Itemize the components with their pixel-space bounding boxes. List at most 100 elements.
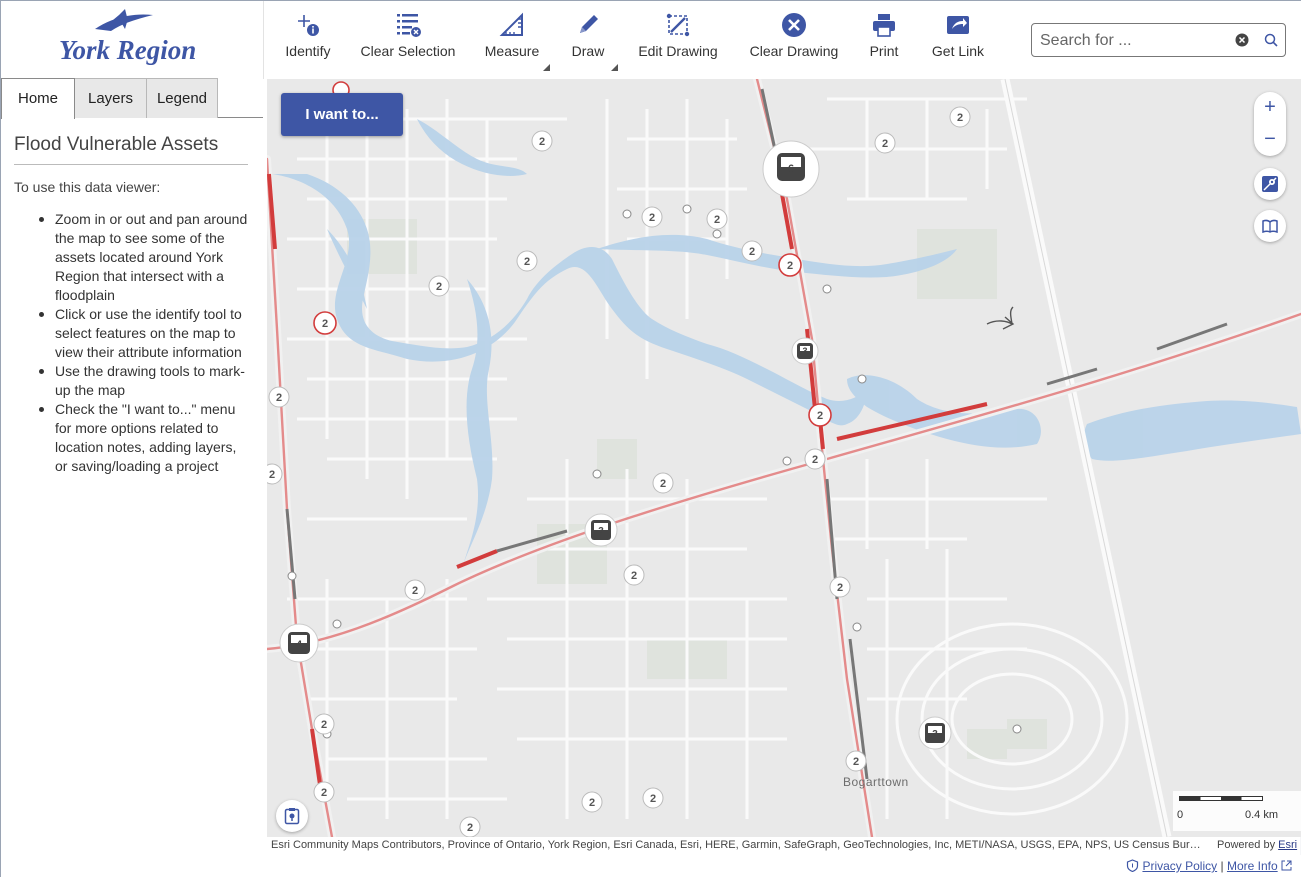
my-location-button[interactable] <box>1254 168 1286 200</box>
svg-text:2: 2 <box>539 136 545 148</box>
bus-route-label: 3 <box>802 346 808 356</box>
print-label: Print <box>869 43 899 59</box>
list-item: Zoom in or out and pan around the map to… <box>37 210 249 305</box>
bus-route-label: 6 <box>787 163 795 175</box>
measure-label: Measure <box>484 43 540 59</box>
svg-text:2: 2 <box>467 822 473 834</box>
bus-route-label: 4 <box>295 639 303 651</box>
bus-route-label: 3 <box>598 526 604 537</box>
clear-search-icon[interactable] <box>1235 33 1249 47</box>
clear-drawing-label: Clear Drawing <box>749 43 839 59</box>
print-button[interactable]: Print <box>866 11 902 67</box>
privacy-policy-link[interactable]: Privacy Policy <box>1142 859 1217 873</box>
external-link-icon[interactable] <box>1281 860 1292 871</box>
open-book-icon <box>1262 219 1278 234</box>
footer-links: Privacy Policy | More Info <box>1126 859 1292 873</box>
svg-text:2: 2 <box>650 793 656 805</box>
logo-graphic: York Region <box>59 9 196 65</box>
svg-text:York Region: York Region <box>59 35 196 65</box>
svg-text:2: 2 <box>321 787 327 799</box>
toolbar: Identify Clear Selection Measure Draw Ed… <box>263 1 1301 79</box>
svg-text:2: 2 <box>631 570 637 582</box>
bus-route-label: 3 <box>932 729 938 740</box>
powered-by: Powered by Esri <box>1217 839 1297 851</box>
basemap: 2 2 2 2 2 2 2 2 2 2 2 2 2 2 2 2 2 2 2 2 2 2 2 2 <box>267 79 1301 837</box>
svg-text:2: 2 <box>817 410 823 422</box>
map-attribution: Esri Community Maps Contributors, Provin… <box>267 837 1301 855</box>
i-want-to-button[interactable]: I want to... <box>281 93 403 136</box>
draw-dropdown-caret-icon[interactable] <box>611 64 618 71</box>
svg-text:2: 2 <box>787 260 793 272</box>
tab-layers[interactable]: Layers <box>74 78 147 118</box>
zoom-in-button[interactable]: + <box>1254 92 1286 124</box>
york-region-logo[interactable]: York Region <box>1 1 263 79</box>
clipboard-pin-icon <box>284 808 300 825</box>
tab-legend[interactable]: Legend <box>146 78 218 118</box>
svg-text:2: 2 <box>524 256 530 268</box>
svg-text:2: 2 <box>269 469 275 481</box>
footer-separator: | <box>1220 859 1224 873</box>
svg-text:2: 2 <box>589 797 595 809</box>
svg-text:2: 2 <box>322 318 328 330</box>
list-item: Use the drawing tools to mark-up the map <box>37 362 249 400</box>
edit-drawing-label: Edit Drawing <box>638 43 718 59</box>
panel-tabs: Home Layers Legend <box>1 78 263 119</box>
location-notes-button[interactable] <box>276 800 308 832</box>
svg-text:2: 2 <box>649 212 655 224</box>
draw-label: Draw <box>571 43 605 59</box>
printer-icon <box>873 14 895 37</box>
zoom-control: + − <box>1254 92 1286 156</box>
identify-button[interactable]: Identify <box>278 11 338 67</box>
scale-bar: 0 0.4 km <box>1173 791 1301 831</box>
clear-selection-button[interactable]: Clear Selection <box>360 11 456 67</box>
footer: Privacy Policy | More Info <box>263 855 1301 877</box>
svg-text:2: 2 <box>749 246 755 258</box>
more-info-link[interactable]: More Info <box>1227 859 1278 873</box>
svg-text:2: 2 <box>714 214 720 226</box>
panel-title: Flood Vulnerable Assets <box>14 134 248 165</box>
svg-text:2: 2 <box>321 719 327 731</box>
clear-selection-icon <box>397 14 421 37</box>
search-box <box>1031 23 1286 57</box>
clear-selection-label: Clear Selection <box>360 43 456 59</box>
svg-text:2: 2 <box>853 756 859 768</box>
search-input[interactable] <box>1040 30 1230 52</box>
edit-drawing-icon <box>666 13 690 37</box>
clear-drawing-button[interactable]: Clear Drawing <box>748 11 840 67</box>
place-label-bogarttown: Bogarttown <box>843 775 909 789</box>
powered-by-label: Powered by <box>1217 839 1276 851</box>
measure-icon <box>499 12 523 36</box>
side-panel: York Region Home Layers Legend Flood Vul… <box>1 1 263 877</box>
svg-text:2: 2 <box>882 138 888 150</box>
get-link-button[interactable]: Get Link <box>928 11 988 67</box>
search-icon[interactable] <box>1264 33 1278 47</box>
svg-text:2: 2 <box>837 582 843 594</box>
esri-link[interactable]: Esri <box>1278 839 1297 851</box>
share-link-icon <box>947 16 969 34</box>
list-item: Check the "I want to..." menu for more o… <box>37 400 249 476</box>
measure-dropdown-caret-icon[interactable] <box>543 64 550 71</box>
bookmarks-button[interactable] <box>1254 210 1286 242</box>
svg-text:2: 2 <box>412 585 418 597</box>
edit-drawing-button[interactable]: Edit Drawing <box>636 11 720 67</box>
attribution-text[interactable]: Esri Community Maps Contributors, Provin… <box>271 839 1206 851</box>
scale-start-label: 0 <box>1177 809 1184 821</box>
get-link-label: Get Link <box>931 43 985 59</box>
scale-end-label: 0.4 km <box>1245 809 1279 821</box>
svg-text:2: 2 <box>276 392 282 404</box>
identify-label: Identify <box>285 43 331 59</box>
identify-icon <box>298 15 319 36</box>
measure-button[interactable]: Measure <box>484 11 550 71</box>
clear-drawing-icon <box>782 13 806 37</box>
svg-text:2: 2 <box>660 478 666 490</box>
panel-intro: To use this data viewer: <box>14 179 161 195</box>
zoom-out-button[interactable]: − <box>1254 124 1286 156</box>
scale-bar-graphic <box>1179 796 1263 801</box>
tab-home[interactable]: Home <box>1 78 75 119</box>
map-view[interactable]: 222 222 222 222 222 222 222 222 6 3 3 4 … <box>267 79 1301 837</box>
svg-text:2: 2 <box>957 112 963 124</box>
list-item: Click or use the identify tool to select… <box>37 305 249 362</box>
app-window: York Region Home Layers Legend Flood Vul… <box>0 0 1301 877</box>
shield-icon <box>1127 859 1139 873</box>
draw-button[interactable]: Draw <box>568 11 618 71</box>
